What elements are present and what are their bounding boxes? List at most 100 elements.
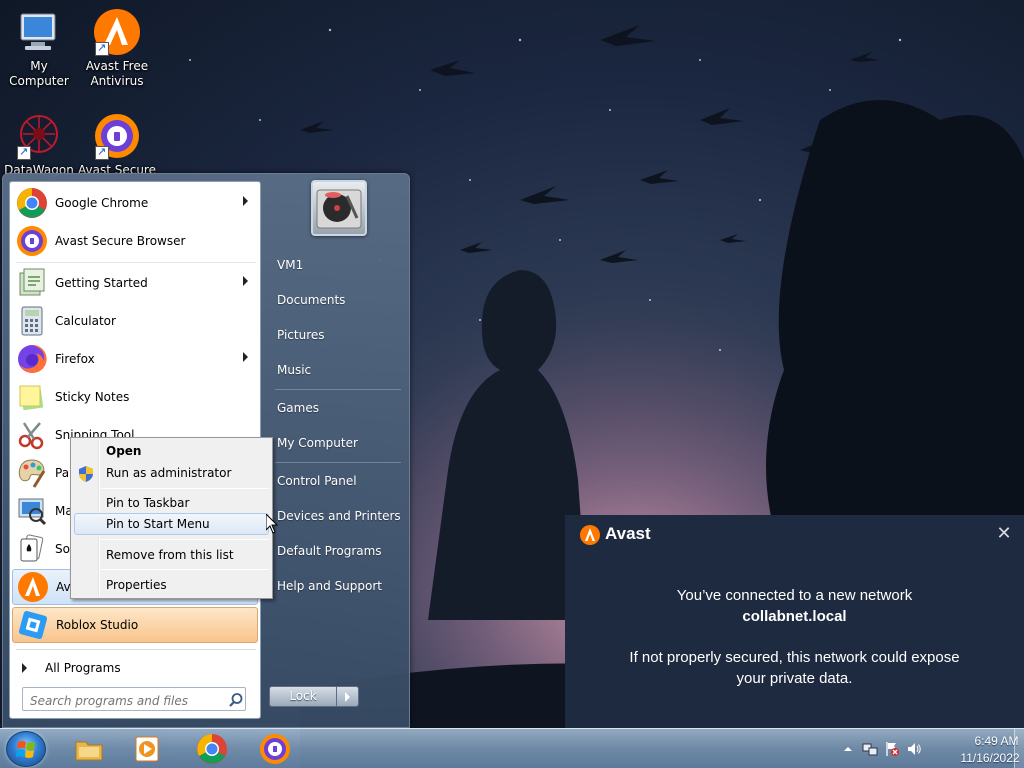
pinned-separator: [16, 262, 256, 263]
notification-message: You’ve connected to a new network: [676, 587, 913, 604]
context-menu-remove-from-list[interactable]: Remove from this list: [74, 544, 269, 566]
places-devices-and-printers[interactable]: Devices and Printers: [273, 501, 405, 531]
program-label: Sticky Notes: [55, 390, 130, 404]
program-avast-secure-browser[interactable]: Avast Secure Browser: [12, 223, 258, 259]
all-programs-button[interactable]: All Programs: [18, 656, 254, 680]
shortcut-arrow-icon: [95, 144, 109, 160]
avast-secure-browser-icon: [93, 112, 141, 160]
taskbar: 6:49 AM 11/16/2022: [0, 728, 1024, 768]
firefox-icon: [16, 343, 48, 375]
places-default-programs[interactable]: Default Programs: [273, 536, 405, 566]
start-button[interactable]: [6, 731, 46, 767]
avast-logo-icon: [580, 525, 600, 545]
places-games[interactable]: Games: [273, 393, 405, 423]
desktop-icon-datawagon[interactable]: DataWagon: [0, 112, 78, 178]
program-getting-started[interactable]: Getting Started: [12, 265, 258, 301]
show-desktop-button[interactable]: [1014, 729, 1024, 768]
snipping-tool-icon: [16, 419, 48, 451]
shutdown-options-button[interactable]: [337, 686, 359, 707]
submenu-arrow-icon[interactable]: [243, 196, 248, 206]
mouse-cursor-icon: [266, 514, 278, 534]
program-label: Avast Secure Browser: [55, 234, 186, 248]
context-menu-open[interactable]: Open: [74, 440, 269, 462]
lock-button[interactable]: Lock: [269, 686, 337, 707]
search-input[interactable]: [22, 687, 246, 711]
program-label: Google Chrome: [55, 196, 149, 210]
taskbar-avast-secure-browser-button[interactable]: [248, 732, 302, 766]
program-roblox-studio[interactable]: Roblox Studio: [12, 607, 258, 643]
program-label: Firefox: [55, 352, 95, 366]
start-menu-places-pane: VM1 Documents Pictures Music Games My Co…: [265, 174, 411, 729]
magnifier-icon: [16, 495, 48, 527]
taskbar-media-player-button[interactable]: [120, 732, 174, 766]
submenu-arrow-icon[interactable]: [243, 352, 248, 362]
desktop-icon-label: My Computer: [9, 59, 69, 88]
context-menu-separator: [101, 569, 269, 570]
all-programs-label: All Programs: [45, 661, 121, 675]
places-documents[interactable]: Documents: [273, 285, 405, 315]
close-icon[interactable]: ✕: [996, 524, 1012, 542]
solitaire-icon: [16, 533, 48, 565]
program-firefox[interactable]: Firefox: [12, 341, 258, 377]
desktop-icon-avast-secure-browser[interactable]: Avast Secure: [78, 112, 156, 178]
network-icon[interactable]: [862, 741, 878, 757]
places-help-and-support[interactable]: Help and Support: [273, 571, 405, 601]
show-hidden-icons-icon[interactable]: [840, 741, 856, 757]
user-avatar[interactable]: [311, 180, 367, 236]
program-label: Roblox Studio: [56, 618, 139, 632]
explorer-icon: [75, 741, 103, 761]
context-menu-pin-to-start-menu[interactable]: Pin to Start Menu: [74, 513, 269, 535]
places-control-panel[interactable]: Control Panel: [273, 466, 405, 496]
avast-secure-browser-icon: [260, 734, 290, 764]
notification-warning-line2: your private data.: [736, 670, 853, 687]
program-label: Getting Started: [55, 276, 148, 290]
media-player-icon: [135, 736, 159, 762]
places-music[interactable]: Music: [273, 355, 405, 385]
context-menu-pin-to-taskbar[interactable]: Pin to Taskbar: [74, 492, 269, 514]
clock-date[interactable]: 11/16/2022: [960, 751, 1020, 765]
desktop-icon-avast-free-antivirus[interactable]: Avast Free Antivirus: [78, 8, 156, 89]
submenu-arrow-icon[interactable]: [243, 276, 248, 286]
arrow-right-icon: [345, 692, 350, 702]
roblox-studio-icon: [17, 609, 49, 641]
places-user-vm1[interactable]: VM1: [273, 250, 405, 280]
system-tray: 6:49 AM 11/16/2022: [834, 729, 1024, 768]
sticky-notes-icon: [16, 381, 48, 413]
desktop-icon-label-line2: Antivirus: [90, 74, 144, 88]
notification-warning: If not properly secured, this network co…: [565, 647, 1024, 689]
volume-icon[interactable]: [906, 741, 922, 757]
context-menu-separator: [101, 539, 269, 540]
program-label: Calculator: [55, 314, 116, 328]
avast-browser-icon: [16, 225, 48, 257]
context-menu-properties[interactable]: Properties: [74, 574, 269, 596]
paint-icon: [16, 457, 48, 489]
notification-network-name: collabnet.local: [742, 608, 847, 625]
places-separator: [275, 389, 401, 390]
context-menu-run-as-admin[interactable]: Run as administrator: [74, 462, 269, 484]
avast-icon: [93, 8, 141, 56]
avast-notification: Avast ✕ You’ve connected to a new networ…: [565, 515, 1024, 728]
arrow-right-icon: [22, 663, 27, 673]
computer-icon: [15, 8, 63, 56]
program-google-chrome[interactable]: Google Chrome: [12, 185, 258, 221]
taskbar-explorer-button[interactable]: [62, 732, 116, 766]
chrome-icon: [197, 734, 227, 764]
taskbar-chrome-button[interactable]: [185, 732, 239, 766]
shortcut-arrow-icon: [95, 40, 109, 56]
datawagon-icon: [15, 112, 63, 160]
shortcut-arrow-icon: [17, 144, 31, 160]
action-center-flag-icon[interactable]: [884, 741, 900, 757]
context-menu: Open Run as administrator Pin to Taskbar…: [70, 437, 273, 599]
chrome-icon: [16, 187, 48, 219]
search-icon[interactable]: [228, 692, 244, 708]
places-pictures[interactable]: Pictures: [273, 320, 405, 350]
places-my-computer[interactable]: My Computer: [273, 428, 405, 458]
calculator-icon: [16, 305, 48, 337]
program-sticky-notes[interactable]: Sticky Notes: [12, 379, 258, 415]
notification-brand: Avast: [605, 524, 651, 543]
windows-logo-icon: [16, 741, 35, 758]
program-calculator[interactable]: Calculator: [12, 303, 258, 339]
all-programs-separator: [16, 649, 256, 650]
places-separator: [275, 462, 401, 463]
desktop-icon-my-computer[interactable]: My Computer: [0, 8, 78, 89]
